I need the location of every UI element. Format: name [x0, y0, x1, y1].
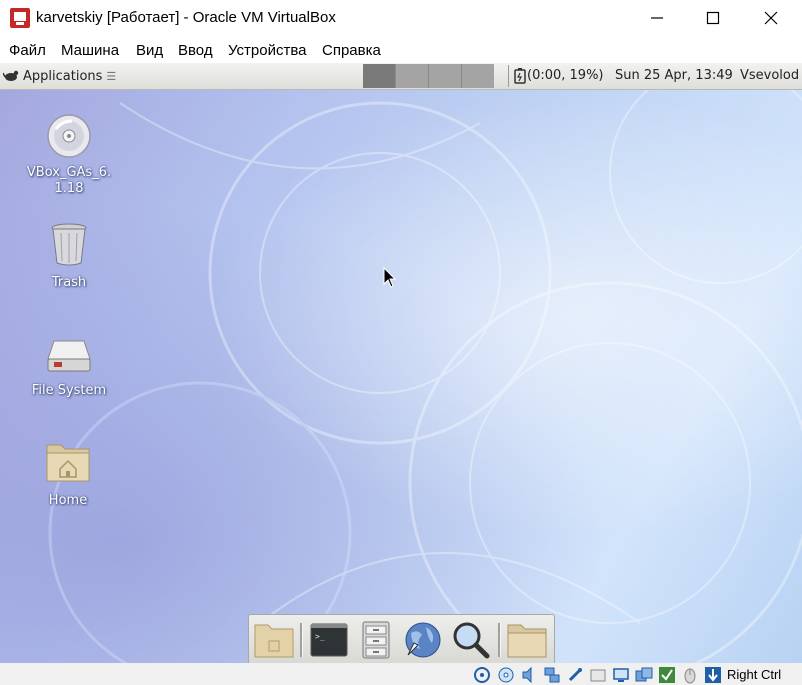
guest-desktop[interactable]: Applications ☰ (0:00, 19%) Sun 25 Apr, 1…	[0, 63, 802, 663]
desktop-icon-vbox-gas[interactable]: VBox_GAs_6. 1.18	[19, 113, 119, 197]
display-status-icon[interactable]	[612, 666, 630, 684]
home-folder-icon	[46, 444, 90, 482]
vbox-menubar: Файл Машина Вид Ввод Устройства Справка	[0, 36, 802, 63]
panel-separator	[508, 65, 509, 87]
window-titlebar[interactable]: karvetskiy [Работает] - Oracle VM Virtua…	[0, 0, 802, 36]
maximize-button[interactable]	[684, 0, 742, 36]
panel-user[interactable]: Vsevolod	[740, 68, 799, 83]
desktop-icon-label: File System	[31, 383, 107, 398]
xfce-top-panel: Applications ☰ (0:00, 19%) Sun 25 Apr, 1…	[0, 63, 802, 90]
file-manager-icon	[362, 621, 390, 659]
workspace-1[interactable]	[363, 64, 396, 88]
dock-terminal[interactable]: >_	[308, 619, 350, 661]
svg-text:>_: >_	[315, 632, 325, 641]
workspace-4[interactable]	[462, 64, 494, 88]
menu-file[interactable]: Файл	[9, 42, 46, 59]
hard-disk-status-icon[interactable]	[473, 666, 491, 684]
virtualbox-app-icon	[10, 8, 30, 28]
video-capture-status-icon[interactable]	[635, 666, 653, 684]
terminal-icon: >_	[310, 623, 348, 657]
applications-menu-button[interactable]: Applications ☰	[0, 63, 116, 89]
xfce-mouse-icon	[3, 70, 19, 81]
applications-label: Applications	[23, 68, 103, 84]
menu-input[interactable]: Ввод	[178, 42, 213, 59]
window-title: karvetskiy [Работает] - Oracle VM Virtua…	[36, 9, 336, 26]
menu-view[interactable]: Вид	[136, 42, 163, 59]
mouse-integration-status-icon[interactable]	[681, 666, 699, 684]
desktop-icon-file-system[interactable]: File System	[19, 335, 119, 399]
host-key-label[interactable]: Right Ctrl	[727, 667, 781, 682]
vt-x-status-icon[interactable]	[658, 666, 676, 684]
desktop-icon-trash[interactable]: Trash	[19, 221, 119, 291]
workspace-3[interactable]	[429, 64, 462, 88]
app-finder-icon	[453, 622, 490, 659]
desktop-icon-label: VBox_GAs_6.	[26, 165, 112, 180]
panel-clock[interactable]: Sun 25 Apr, 13:49	[615, 68, 733, 83]
desktop-icon-home[interactable]: Home	[18, 439, 118, 509]
desktop-icon-label-cont: 1.18	[54, 181, 84, 196]
dock-show-desktop[interactable]	[253, 619, 295, 661]
vbox-statusbar: Right Ctrl	[0, 663, 802, 685]
desktop-icon-label: Trash	[51, 275, 87, 290]
dock-separator	[498, 623, 501, 657]
menu-devices[interactable]: Устройства	[228, 42, 306, 59]
folder-icon	[507, 624, 547, 658]
network-status-icon[interactable]	[543, 666, 561, 684]
maximize-icon	[706, 11, 720, 25]
xfce-dock: >_	[248, 614, 555, 663]
dock-app-finder[interactable]	[449, 619, 491, 661]
drive-icon	[47, 340, 91, 372]
wallpaper-pattern	[48, 63, 802, 663]
dock-folder[interactable]	[506, 619, 548, 661]
panel-handle-icon: ☰	[106, 70, 117, 83]
menu-help[interactable]: Справка	[322, 42, 381, 59]
shared-folders-status-icon[interactable]	[589, 666, 607, 684]
minimize-button[interactable]	[628, 0, 686, 36]
desktop-icon-label: Home	[48, 493, 88, 508]
show-desktop-icon	[254, 624, 294, 658]
cd-disc-icon	[47, 114, 91, 158]
menu-machine[interactable]: Машина	[61, 42, 119, 59]
usb-status-icon[interactable]	[566, 666, 584, 684]
close-button[interactable]	[742, 0, 800, 36]
web-browser-icon	[405, 622, 441, 658]
minimize-icon	[651, 17, 663, 19]
workspace-2[interactable]	[396, 64, 429, 88]
battery-status: (0:00, 19%)	[527, 68, 604, 83]
dock-separator	[300, 623, 303, 657]
battery-icon[interactable]	[513, 68, 527, 84]
dock-file-manager[interactable]	[355, 619, 397, 661]
dock-web-browser[interactable]	[402, 619, 444, 661]
mouse-cursor-icon	[383, 267, 397, 288]
optical-drive-status-icon[interactable]	[497, 666, 515, 684]
keyboard-capture-status-icon[interactable]	[704, 666, 722, 684]
trash-icon	[51, 223, 87, 266]
vm-display[interactable]: Applications ☰ (0:00, 19%) Sun 25 Apr, 1…	[0, 63, 802, 663]
close-icon	[764, 11, 778, 25]
audio-status-icon[interactable]	[520, 666, 538, 684]
